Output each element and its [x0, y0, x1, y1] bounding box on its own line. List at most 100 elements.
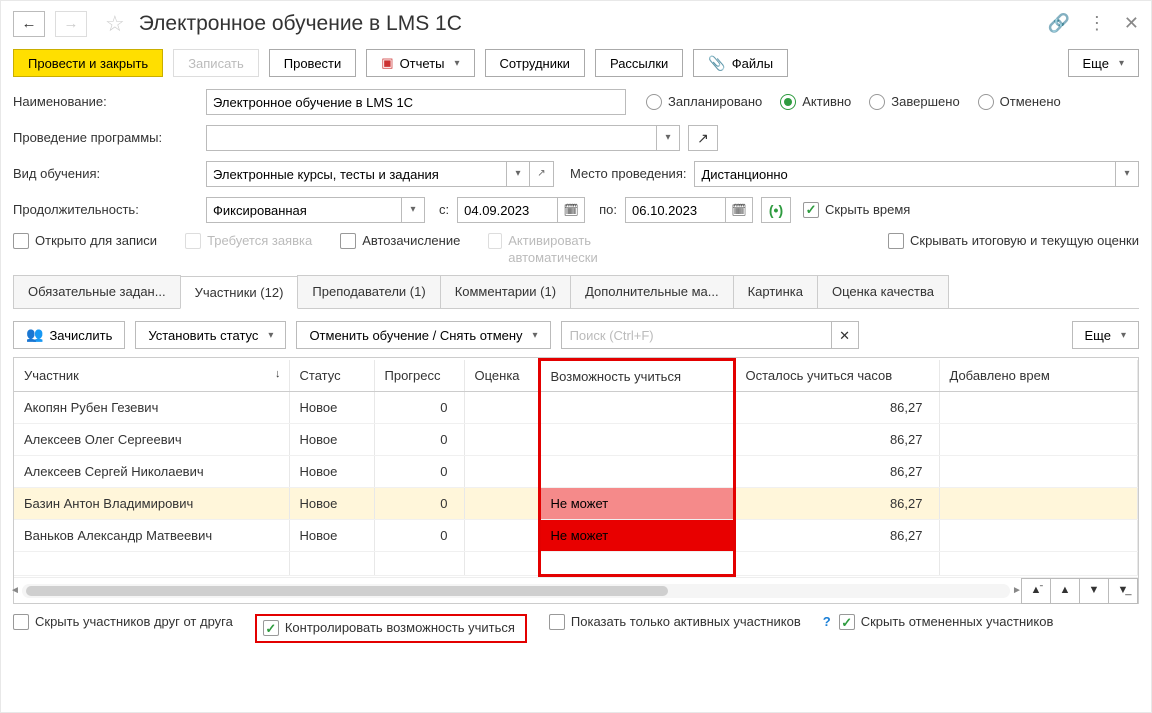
table-row[interactable]: Базин Антон Владимирович Новое 0 Не може…: [14, 488, 1138, 520]
participants-more-button[interactable]: Еще: [1072, 321, 1139, 349]
search-clear-button[interactable]: ✕: [831, 321, 859, 349]
set-status-button[interactable]: Установить статус: [135, 321, 286, 349]
duration-dropdown-button[interactable]: ▾: [401, 197, 425, 223]
checkbox-icon: [263, 620, 279, 636]
participants-search-input[interactable]: [561, 321, 831, 349]
duration-input[interactable]: [206, 197, 401, 223]
open-signup-checkbox[interactable]: Открыто для записи: [13, 233, 157, 267]
location-dropdown-button[interactable]: ▾: [1115, 161, 1139, 187]
kebab-menu-icon[interactable]: ⋮: [1088, 13, 1106, 35]
hide-time-checkbox[interactable]: Скрыть время: [803, 202, 910, 218]
location-input[interactable]: [694, 161, 1115, 187]
auto-enroll-checkbox[interactable]: Автозачисление: [340, 233, 460, 267]
sort-asc-icon: ↓: [275, 368, 281, 381]
more-button[interactable]: Еще: [1068, 49, 1139, 77]
status-radio-cancelled[interactable]: Отменено: [978, 94, 1061, 110]
needs-request-checkbox: Требуется заявка: [185, 233, 312, 267]
date-to-calendar-button[interactable]: 🗓: [725, 197, 753, 223]
help-icon[interactable]: ?: [823, 614, 831, 630]
close-window-icon[interactable]: ✕: [1124, 13, 1139, 35]
type-open-button[interactable]: ↗: [530, 161, 554, 187]
radio-circle-icon: [869, 94, 885, 110]
post-and-close-button[interactable]: Провести и закрыть: [13, 49, 163, 77]
row-last-button[interactable]: ▼̲: [1108, 578, 1138, 604]
mailings-button[interactable]: Рассылки: [595, 49, 683, 77]
scroll-right-icon[interactable]: ►: [1010, 584, 1024, 598]
hide-cancelled-checkbox[interactable]: Скрыть отмененных участников: [839, 614, 1054, 631]
date-from-calendar-button[interactable]: 🗓: [557, 197, 585, 223]
paperclip-icon: 📎: [708, 55, 725, 72]
program-input[interactable]: [206, 125, 656, 151]
program-label: Проведение программы:: [13, 130, 198, 146]
hide-grades-checkbox[interactable]: Скрывать итоговую и текущую оценки: [888, 233, 1139, 267]
date-from-input[interactable]: [457, 197, 557, 223]
scrollbar-thumb[interactable]: [26, 586, 668, 596]
tab-teachers[interactable]: Преподаватели (1): [297, 275, 440, 309]
name-label: Наименование:: [13, 94, 198, 110]
page-title: Электронное обучение в LMS 1С: [139, 11, 1038, 36]
tab-mandatory[interactable]: Обязательные задан...: [13, 275, 181, 309]
cancel-training-button[interactable]: Отменить обучение / Снять отмену: [296, 321, 550, 349]
nav-forward-button: →: [55, 11, 87, 37]
status-radio-completed[interactable]: Завершено: [869, 94, 959, 110]
col-progress[interactable]: Прогресс: [374, 360, 464, 392]
tab-quality[interactable]: Оценка качества: [817, 275, 949, 309]
checkbox-icon: [888, 233, 904, 249]
scroll-left-icon[interactable]: ◄: [8, 584, 22, 598]
to-label: по:: [599, 202, 617, 218]
control-ability-checkbox[interactable]: Контролировать возможность учиться: [263, 620, 515, 637]
row-down-button[interactable]: ▼: [1079, 578, 1109, 604]
hide-from-each-other-checkbox[interactable]: Скрыть участников друг от друга: [13, 614, 233, 631]
table-row[interactable]: Акопян Рубен Гезевич Новое 0 86,27: [14, 392, 1138, 424]
row-first-button[interactable]: ▲̄: [1021, 578, 1051, 604]
name-input[interactable]: [206, 89, 626, 115]
radio-circle-icon: [646, 94, 662, 110]
table-row[interactable]: Алексеев Сергей Николаевич Новое 0 86,27: [14, 456, 1138, 488]
calendar-icon: 🗓: [564, 203, 579, 217]
post-button[interactable]: Провести: [269, 49, 357, 77]
date-to-input[interactable]: [625, 197, 725, 223]
row-up-button[interactable]: ▲: [1050, 578, 1080, 604]
link-icon[interactable]: 🔗: [1047, 13, 1069, 35]
participants-table[interactable]: Участник ↓ Статус Прогресс Оценка Возмож…: [14, 358, 1138, 577]
report-icon: ▣: [381, 55, 393, 71]
col-added[interactable]: Добавлено врем: [939, 360, 1138, 392]
auto-activate-checkbox: Активировать автоматически: [488, 233, 658, 267]
table-row[interactable]: Алексеев Олег Сергеевич Новое 0 86,27: [14, 424, 1138, 456]
type-input[interactable]: [206, 161, 506, 187]
calendar-icon: 🗓: [731, 203, 746, 217]
files-button[interactable]: 📎 Файлы: [693, 49, 788, 77]
show-active-only-checkbox[interactable]: Показать только активных участников: [549, 614, 801, 631]
tab-image[interactable]: Картинка: [733, 275, 818, 309]
status-radio-active[interactable]: Активно: [780, 94, 851, 110]
col-participant[interactable]: Участник ↓: [14, 360, 289, 392]
favorite-star-icon[interactable]: ☆: [105, 11, 125, 37]
employees-button[interactable]: Сотрудники: [485, 49, 585, 77]
location-label: Место проведения:: [570, 166, 686, 182]
checkbox-icon: [803, 202, 819, 218]
checkbox-icon: [839, 614, 855, 630]
reports-button[interactable]: ▣ Отчеты: [366, 49, 474, 77]
program-dropdown-button[interactable]: ▾: [656, 125, 680, 151]
period-icon: (•): [769, 202, 783, 219]
type-label: Вид обучения:: [13, 166, 198, 182]
col-grade[interactable]: Оценка: [464, 360, 539, 392]
nav-back-button[interactable]: ←: [13, 11, 45, 37]
tab-participants[interactable]: Участники (12): [180, 276, 299, 310]
horizontal-scrollbar[interactable]: ◄ ►: [22, 584, 1010, 598]
status-radio-planned[interactable]: Запланировано: [646, 94, 762, 110]
program-open-button[interactable]: ↗: [688, 125, 718, 151]
col-status[interactable]: Статус: [289, 360, 374, 392]
table-row-empty: [14, 552, 1138, 576]
period-select-button[interactable]: (•): [761, 197, 791, 223]
col-hours[interactable]: Осталось учиться часов: [734, 360, 939, 392]
enroll-button[interactable]: 👥 Зачислить: [13, 321, 125, 349]
radio-circle-icon: [978, 94, 994, 110]
checkbox-icon: [340, 233, 356, 249]
col-ability[interactable]: Возможность учиться: [539, 360, 734, 392]
people-icon: 👥: [26, 326, 43, 343]
table-row[interactable]: Ваньков Александр Матвеевич Новое 0 Не м…: [14, 520, 1138, 552]
tab-materials[interactable]: Дополнительные ма...: [570, 275, 734, 309]
type-dropdown-button[interactable]: ▾: [506, 161, 530, 187]
tab-comments[interactable]: Комментарии (1): [440, 275, 571, 309]
